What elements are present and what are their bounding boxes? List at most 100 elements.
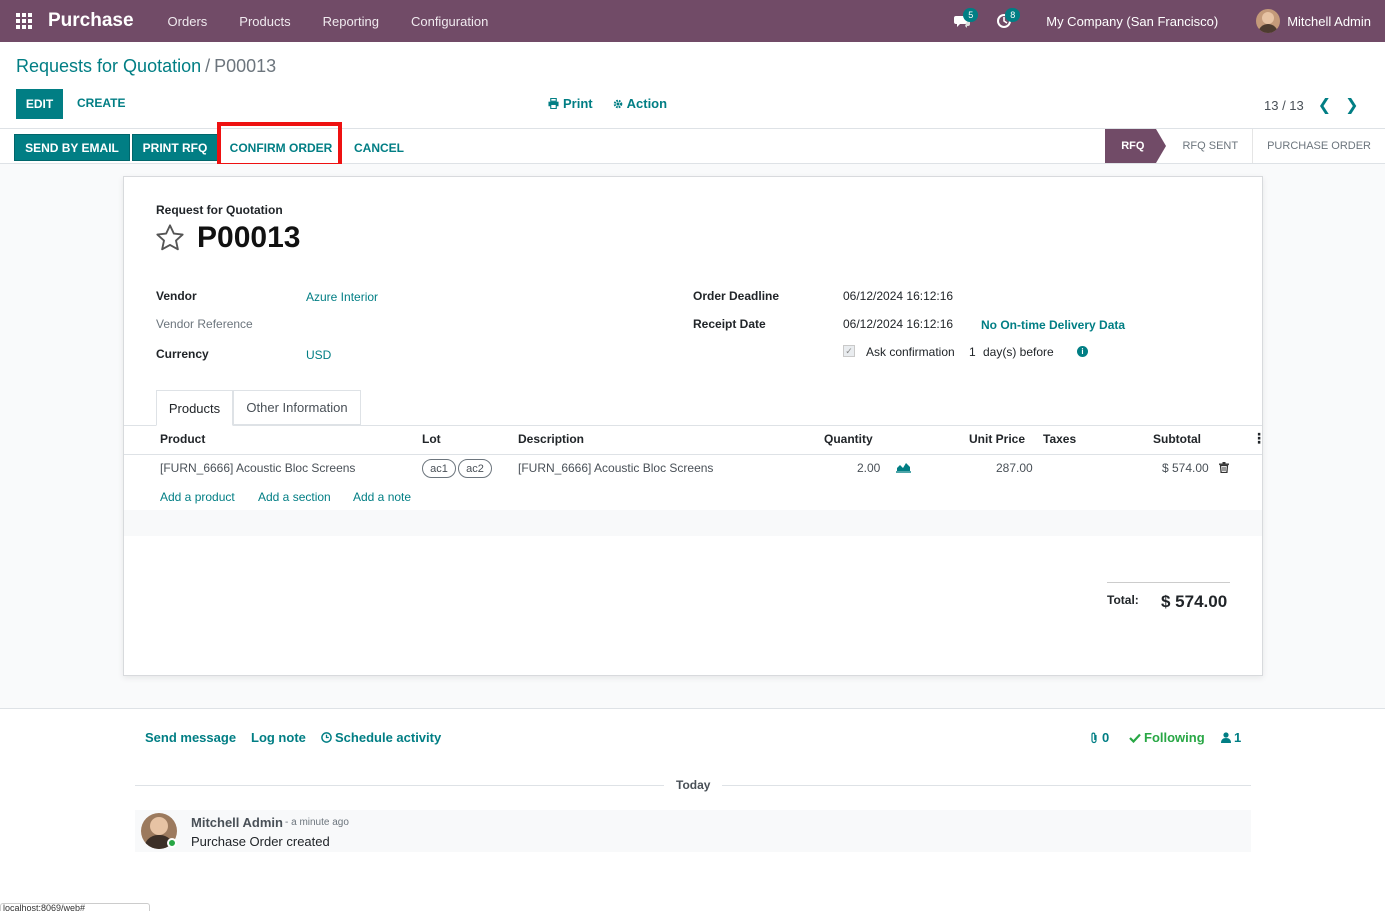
menu-products[interactable]: Products	[239, 14, 290, 29]
menu-orders[interactable]: Orders	[168, 14, 208, 29]
delivery-data-link[interactable]: No On-time Delivery Data	[981, 318, 1125, 332]
header-taxes[interactable]: Taxes	[1043, 432, 1076, 446]
paperclip-icon	[1091, 732, 1097, 743]
apps-menu-icon[interactable]	[0, 0, 48, 42]
header-subtotal[interactable]: Subtotal	[1153, 432, 1201, 446]
edit-button[interactable]: EDIT	[16, 89, 63, 119]
app-name[interactable]: Purchase	[48, 10, 134, 32]
pager-next-icon[interactable]: ❯	[1345, 95, 1358, 115]
send-message-button[interactable]: Send message	[145, 730, 236, 745]
log-note-button[interactable]: Log note	[251, 730, 306, 745]
vendor-label: Vendor	[156, 289, 197, 303]
info-icon[interactable]: i	[1077, 346, 1088, 357]
header-quantity[interactable]: Quantity	[824, 432, 873, 446]
row-product[interactable]: [FURN_6666] Acoustic Bloc Screens	[160, 461, 355, 475]
header-unit-price[interactable]: Unit Price	[969, 432, 1025, 446]
following-button[interactable]: Following	[1129, 730, 1205, 745]
tab-other-information[interactable]: Other Information	[233, 390, 361, 425]
stage-pipeline: RFQ RFQ SENT PURCHASE ORDER	[1105, 129, 1385, 163]
header-description[interactable]: Description	[518, 432, 584, 446]
pager: 13 / 13 ❮ ❯	[1264, 95, 1359, 115]
add-product-link[interactable]: Add a product	[160, 490, 235, 504]
lot-tag[interactable]: ac2	[458, 459, 492, 478]
add-note-link[interactable]: Add a note	[353, 490, 411, 504]
gear-icon	[613, 99, 622, 108]
stage-rfq-sent[interactable]: RFQ SENT	[1168, 129, 1254, 163]
document-name: P00013	[197, 221, 301, 254]
activities-badge: 8	[1005, 8, 1021, 22]
ask-days-field[interactable]: 1	[969, 345, 976, 359]
trash-icon[interactable]	[1219, 462, 1229, 473]
order-deadline-field[interactable]: 06/12/2024 16:12:16	[843, 289, 953, 303]
online-status-icon	[167, 838, 177, 848]
breadcrumb: Requests for Quotation / P00013	[16, 56, 276, 77]
action-label: Action	[626, 96, 668, 111]
receipt-date-label: Receipt Date	[693, 317, 766, 331]
row-unit-price[interactable]: 287.00	[996, 461, 1033, 475]
vendor-field[interactable]: Azure Interior	[306, 290, 378, 304]
currency-field[interactable]: USD	[306, 348, 331, 362]
ask-confirmation-label: Ask confirmation	[866, 345, 955, 359]
total-label: Total:	[1107, 593, 1139, 607]
user-name: Mitchell Admin	[1287, 13, 1371, 29]
action-menu[interactable]: Action	[613, 96, 667, 111]
date-divider-right	[722, 785, 1251, 786]
schedule-activity-label: Schedule activity	[335, 730, 442, 745]
send-by-email-button[interactable]: SEND BY EMAIL	[14, 134, 130, 161]
statusbar: SEND BY EMAIL PRINT RFQ CONFIRM ORDER CA…	[0, 128, 1385, 164]
cancel-button[interactable]: CANCEL	[346, 134, 412, 161]
highlight-annotation	[217, 122, 342, 167]
top-navbar: Purchase Orders Products Reporting Confi…	[0, 0, 1385, 42]
breadcrumb-parent[interactable]: Requests for Quotation	[16, 56, 201, 76]
order-deadline-label: Order Deadline	[693, 289, 780, 303]
messages-icon[interactable]: 5	[948, 0, 979, 42]
header-product[interactable]: Product	[160, 432, 205, 446]
receipt-date-field[interactable]: 06/12/2024 16:12:16	[843, 317, 953, 331]
ask-confirmation-checkbox[interactable]: ✓	[843, 345, 855, 357]
activities-clock-icon[interactable]: 8	[990, 0, 1021, 42]
print-menu[interactable]: Print	[548, 96, 593, 111]
menu-reporting[interactable]: Reporting	[323, 14, 379, 29]
following-label: Following	[1144, 730, 1205, 745]
date-divider-left	[135, 785, 664, 786]
forecast-chart-icon[interactable]	[896, 461, 911, 473]
document-type: Request for Quotation	[156, 203, 283, 217]
status-url-tooltip: localhost:8069/web#	[0, 903, 150, 911]
add-section-link[interactable]: Add a section	[258, 490, 331, 504]
tab-products[interactable]: Products	[156, 390, 233, 426]
row-description[interactable]: [FURN_6666] Acoustic Bloc Screens	[518, 461, 713, 475]
message-author[interactable]: Mitchell Admin	[191, 815, 283, 830]
attachments-button[interactable]: 0	[1089, 730, 1109, 745]
ask-days-suffix: day(s) before	[983, 345, 1054, 359]
total-divider	[1107, 582, 1230, 583]
currency-label: Currency	[156, 347, 209, 361]
pager-value[interactable]: 13 / 13	[1264, 98, 1304, 113]
company-switcher[interactable]: My Company (San Francisco)	[1046, 14, 1218, 29]
vendor-reference-label: Vendor Reference	[156, 317, 253, 331]
user-menu[interactable]: Mitchell Admin	[1256, 9, 1371, 33]
notebook-tabs: Products Other Information	[124, 390, 1262, 426]
message-body: Purchase Order created	[191, 834, 330, 849]
row-quantity[interactable]: 2.00	[857, 461, 880, 475]
breadcrumb-current: P00013	[214, 56, 277, 76]
lot-tag[interactable]: ac1	[422, 459, 456, 478]
row-subtotal: $ 574.00	[1162, 461, 1209, 475]
action-menus: Print Action	[548, 96, 667, 111]
followers-button[interactable]: 1	[1221, 730, 1241, 745]
attachments-count: 0	[1102, 730, 1110, 745]
stage-purchase-order[interactable]: PURCHASE ORDER	[1253, 129, 1385, 163]
stage-rfq[interactable]: RFQ	[1105, 129, 1167, 163]
create-button[interactable]: CREATE	[77, 96, 125, 110]
optional-columns-icon[interactable]: ⋮	[1252, 430, 1266, 447]
check-icon	[1129, 733, 1141, 743]
print-rfq-button[interactable]: PRINT RFQ	[132, 134, 218, 161]
breadcrumb-separator: /	[205, 56, 211, 76]
menu-configuration[interactable]: Configuration	[411, 14, 488, 29]
star-icon[interactable]	[154, 222, 186, 254]
user-icon	[1221, 732, 1231, 743]
chatter-divider	[0, 708, 1385, 709]
pager-previous-icon[interactable]: ❮	[1318, 95, 1331, 115]
printer-icon	[548, 98, 559, 109]
schedule-activity-button[interactable]: Schedule activity	[321, 730, 441, 745]
header-lot[interactable]: Lot	[422, 432, 441, 446]
